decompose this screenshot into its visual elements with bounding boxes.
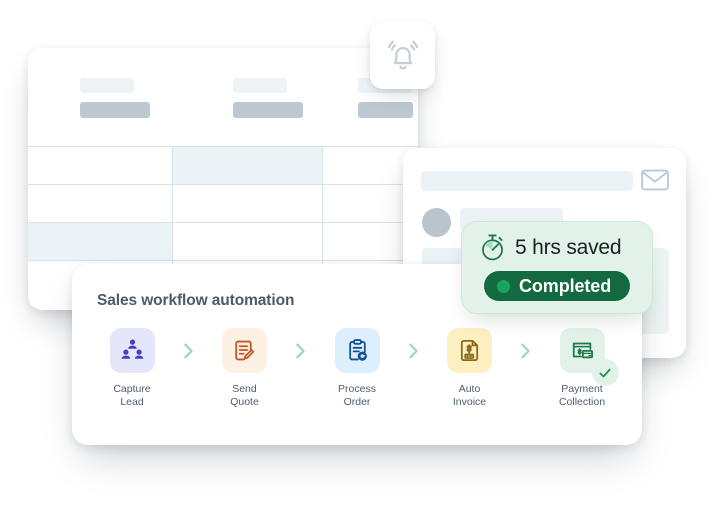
time-saved-row: 5 hrs saved [462,222,652,262]
payment-card-icon [572,342,593,359]
workflow-step-capture-lead[interactable]: Capture Lead [94,328,170,409]
table-header [28,48,418,146]
table-cell-highlighted [28,223,173,260]
header-chip-bar [80,78,134,93]
step-label: Send Quote [230,383,259,408]
envelope-icon [641,167,669,193]
alarm-bell-icon [387,40,418,69]
step-icon-tile [447,328,492,373]
status-dot [497,279,510,293]
status-badge: Completed [484,271,631,301]
users-group-icon [121,339,143,359]
status-badge-label: Completed [519,275,612,296]
step-label: Payment Collection [558,383,606,408]
table-header-col-1 [80,78,150,118]
check-badge-icon [591,359,619,386]
time-saved-badge: 5 hrs saved Completed [461,221,653,314]
workflow-step-process-order[interactable]: Process Order [319,328,395,409]
step-icon-tile [109,328,155,373]
table-row [28,184,418,222]
table-cell [173,185,323,222]
chevron-right-icon [170,328,207,373]
header-title-bar [80,102,150,118]
table-row [28,222,418,260]
chevron-right-icon [283,328,320,373]
table-header-col-2 [233,78,303,118]
header-title-bar [358,102,413,118]
document-pencil-icon [235,340,255,361]
step-icon-tile [222,328,267,373]
notification-bell-chip[interactable] [370,22,435,89]
header-chip-bar [233,78,287,93]
chevron-right-icon [508,328,545,373]
step-icon-tile [559,328,619,386]
step-icon-tile [334,328,380,373]
step-label: Capture Lead [113,383,151,408]
stopwatch-icon [482,234,503,261]
step-label: Auto Invoice [452,383,487,408]
time-saved-headline: 5 hrs saved [515,235,622,259]
table-cell [28,185,173,222]
workflow-title: Sales workflow automation [97,292,295,309]
table-cell [173,223,323,260]
clipboard-sync-icon [348,339,367,361]
avatar [422,208,451,237]
table-cell-highlighted [173,147,323,184]
table-row [28,146,418,184]
chevron-right-icon [395,328,432,373]
step-label: Process Order [338,383,376,408]
workflow-step-payment-collection[interactable]: Payment Collection [544,328,620,409]
email-subject-placeholder [421,171,633,191]
illustration-stage: Sales workflow automation Capture Lead S… [0,0,720,512]
workflow-steps: Capture Lead Send Quote Process Order Au… [94,328,620,409]
workflow-step-auto-invoice[interactable]: Auto Invoice [432,328,508,409]
invoice-dollar-icon [460,339,479,362]
header-title-bar [233,102,303,118]
table-cell [28,147,173,184]
workflow-step-send-quote[interactable]: Send Quote [207,328,283,409]
